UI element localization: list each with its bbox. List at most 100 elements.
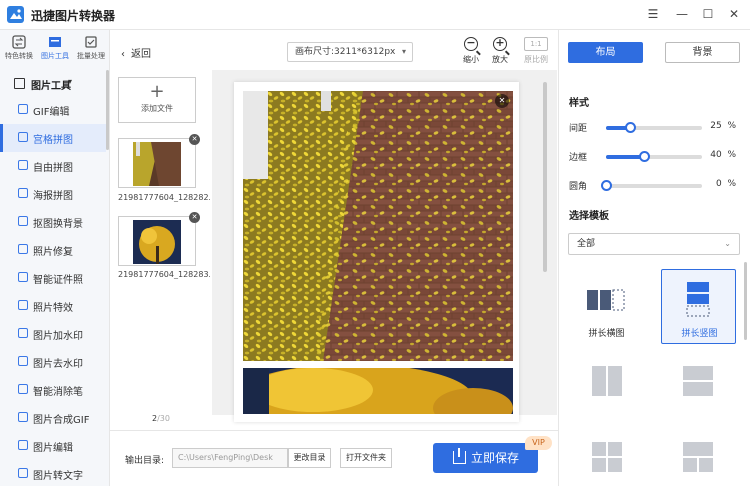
save-now-label: 立即保存 bbox=[471, 451, 520, 465]
zoom-in-label: 放大 bbox=[492, 55, 508, 64]
nav-image-tools[interactable]: 图片工具 bbox=[38, 35, 72, 61]
chevron-down-icon: ⌄ bbox=[724, 239, 731, 248]
repair-icon bbox=[18, 244, 28, 254]
spacing-value: 25 % bbox=[710, 121, 736, 131]
template-grid-4-icon[interactable] bbox=[592, 442, 622, 472]
template-filter-value: 全部 bbox=[577, 239, 596, 249]
chevron-down-icon: ▾ bbox=[401, 47, 406, 56]
border-value: 40 % bbox=[710, 150, 736, 160]
tab-layout[interactable]: 布局 bbox=[568, 42, 643, 63]
nav-special-convert[interactable]: 特色转换 bbox=[2, 35, 36, 61]
canvas-size-select[interactable]: 画布尺寸:3211*6312px ▾ bbox=[287, 42, 413, 62]
nav-special-convert-label: 特色转换 bbox=[5, 52, 33, 60]
sidebar-item-add-watermark[interactable]: 图片加水印 bbox=[0, 320, 106, 348]
canvas-scrollbar[interactable] bbox=[543, 82, 547, 272]
corner-slider[interactable] bbox=[601, 180, 702, 191]
sidebar-scrollbar[interactable] bbox=[106, 70, 109, 150]
batch-icon bbox=[85, 36, 97, 48]
drop-icon bbox=[18, 356, 28, 366]
effects-icon bbox=[18, 300, 28, 310]
thumbnail-image bbox=[133, 142, 181, 186]
text-icon bbox=[18, 468, 28, 478]
collage-photo[interactable] bbox=[243, 91, 513, 361]
back-button[interactable]: ‹ 返回 bbox=[121, 45, 151, 60]
top-category-nav: 特色转换 图片工具 批量处理 bbox=[0, 30, 110, 70]
close-icon[interactable]: ✕ bbox=[726, 6, 742, 22]
save-now-button[interactable]: 立即保存 bbox=[433, 443, 538, 473]
horizontal-stitch-icon bbox=[587, 289, 625, 311]
original-ratio-button[interactable]: 1:1 原比例 bbox=[523, 37, 549, 65]
minimize-icon[interactable]: — bbox=[674, 6, 690, 22]
sidebar-item-label: 宫格拼图 bbox=[33, 135, 73, 146]
title-bar: 迅捷图片转换器 ☰ — ☐ ✕ bbox=[0, 0, 750, 30]
zoom-out-icon: − bbox=[464, 37, 481, 56]
eraser-icon bbox=[18, 384, 28, 394]
template-long-horizontal[interactable]: 拼长横图 bbox=[569, 270, 644, 345]
template-grid-3-icon[interactable] bbox=[683, 442, 713, 472]
sidebar-item-label: 照片修复 bbox=[33, 247, 73, 258]
sidebar-item-label: 图片加水印 bbox=[33, 331, 83, 342]
maximize-icon[interactable]: ☐ bbox=[700, 6, 716, 22]
sidebar-item-cutout[interactable]: 抠图换背景 bbox=[0, 208, 106, 236]
sidebar-item-eraser[interactable]: 智能消除笔 bbox=[0, 376, 106, 404]
sidebar-item-ocr[interactable]: 图片转文字 bbox=[0, 460, 106, 486]
menu-icon[interactable]: ☰ bbox=[645, 6, 661, 22]
sidebar-item-grid-collage[interactable]: 宫格拼图 bbox=[0, 124, 106, 152]
sidebar-item-make-gif[interactable]: 图片合成GIF bbox=[0, 404, 106, 432]
tab-background[interactable]: 背景 bbox=[665, 42, 740, 63]
zoom-out-button[interactable]: − 缩小 bbox=[458, 37, 484, 65]
sidebar-item-free-collage[interactable]: 自由拼图 bbox=[0, 152, 106, 180]
slider-handle[interactable] bbox=[625, 122, 636, 133]
sidebar-item-id-photo[interactable]: 智能证件照 bbox=[0, 264, 106, 292]
collage-photo[interactable] bbox=[243, 368, 513, 414]
add-file-button[interactable]: + 添加文件 bbox=[118, 77, 196, 123]
template-grid-2row-icon[interactable] bbox=[683, 366, 713, 396]
sidebar-item-remove-watermark[interactable]: 图片去水印 bbox=[0, 348, 106, 376]
page-counter: 2/30 bbox=[152, 414, 170, 423]
sidebar-item-poster-collage[interactable]: 海报拼图 bbox=[0, 180, 106, 208]
poster-icon bbox=[18, 188, 28, 198]
corner-label: 圆角 bbox=[569, 182, 588, 192]
thumbnail-image bbox=[133, 220, 181, 264]
template-long-vertical[interactable]: 拼长竖图 bbox=[661, 269, 736, 344]
download-icon bbox=[453, 448, 466, 464]
template-filter-select[interactable]: 全部 ⌄ bbox=[568, 233, 740, 255]
sidebar-item-label: 图片合成GIF bbox=[33, 415, 90, 426]
ratio-icon: 1:1 bbox=[524, 37, 548, 51]
sidebar-item-label: 智能证件照 bbox=[33, 275, 83, 286]
sidebar-item-photo-repair[interactable]: 照片修复 bbox=[0, 236, 106, 264]
sidebar-item-image-edit[interactable]: 图片编辑 bbox=[0, 432, 106, 460]
template-grid-2col-icon[interactable] bbox=[592, 366, 622, 396]
plus-icon: + bbox=[149, 81, 165, 102]
template-heading: 选择模板 bbox=[569, 211, 609, 222]
sidebar-item-label: 自由拼图 bbox=[33, 163, 73, 174]
output-dir-field[interactable]: C:\Users\FengPing\Desk bbox=[172, 448, 288, 468]
output-dir-label: 输出目录: bbox=[125, 456, 165, 466]
border-slider[interactable] bbox=[606, 151, 702, 162]
sidebar-item-photo-effects[interactable]: 照片特效 bbox=[0, 292, 106, 320]
remove-file-icon[interactable]: ✕ bbox=[189, 212, 200, 223]
template-label: 拼长横图 bbox=[588, 329, 625, 339]
sidebar-item-gif-edit[interactable]: GIF编辑 bbox=[0, 96, 106, 124]
file-thumbnail[interactable]: ✕ bbox=[118, 134, 200, 188]
style-heading: 样式 bbox=[569, 98, 589, 109]
zoom-out-label: 缩小 bbox=[463, 55, 479, 64]
slider-handle[interactable] bbox=[601, 180, 612, 191]
vertical-stitch-icon bbox=[686, 282, 710, 317]
nav-image-tools-label: 图片工具 bbox=[41, 52, 69, 60]
file-thumbnail[interactable]: ✕ bbox=[118, 212, 200, 266]
section-image-tools[interactable]: 图片工具 ▾ bbox=[0, 74, 110, 94]
file-name: 21981777604_128282... bbox=[118, 193, 210, 202]
gif-icon bbox=[18, 104, 28, 114]
spacing-slider[interactable] bbox=[606, 122, 702, 133]
zoom-in-button[interactable]: + 放大 bbox=[487, 37, 513, 65]
edit-icon bbox=[18, 440, 28, 450]
nav-batch[interactable]: 批量处理 bbox=[74, 35, 108, 61]
open-folder-button[interactable]: 打开文件夹 bbox=[340, 448, 392, 468]
remove-file-icon[interactable]: ✕ bbox=[189, 134, 200, 145]
section-title: 图片工具 bbox=[31, 81, 71, 92]
add-file-label: 添加文件 bbox=[141, 104, 173, 113]
template-scrollbar[interactable] bbox=[744, 262, 747, 340]
change-dir-button[interactable]: 更改目录 bbox=[288, 448, 331, 468]
photo-close-icon[interactable]: ✕ bbox=[495, 94, 509, 108]
